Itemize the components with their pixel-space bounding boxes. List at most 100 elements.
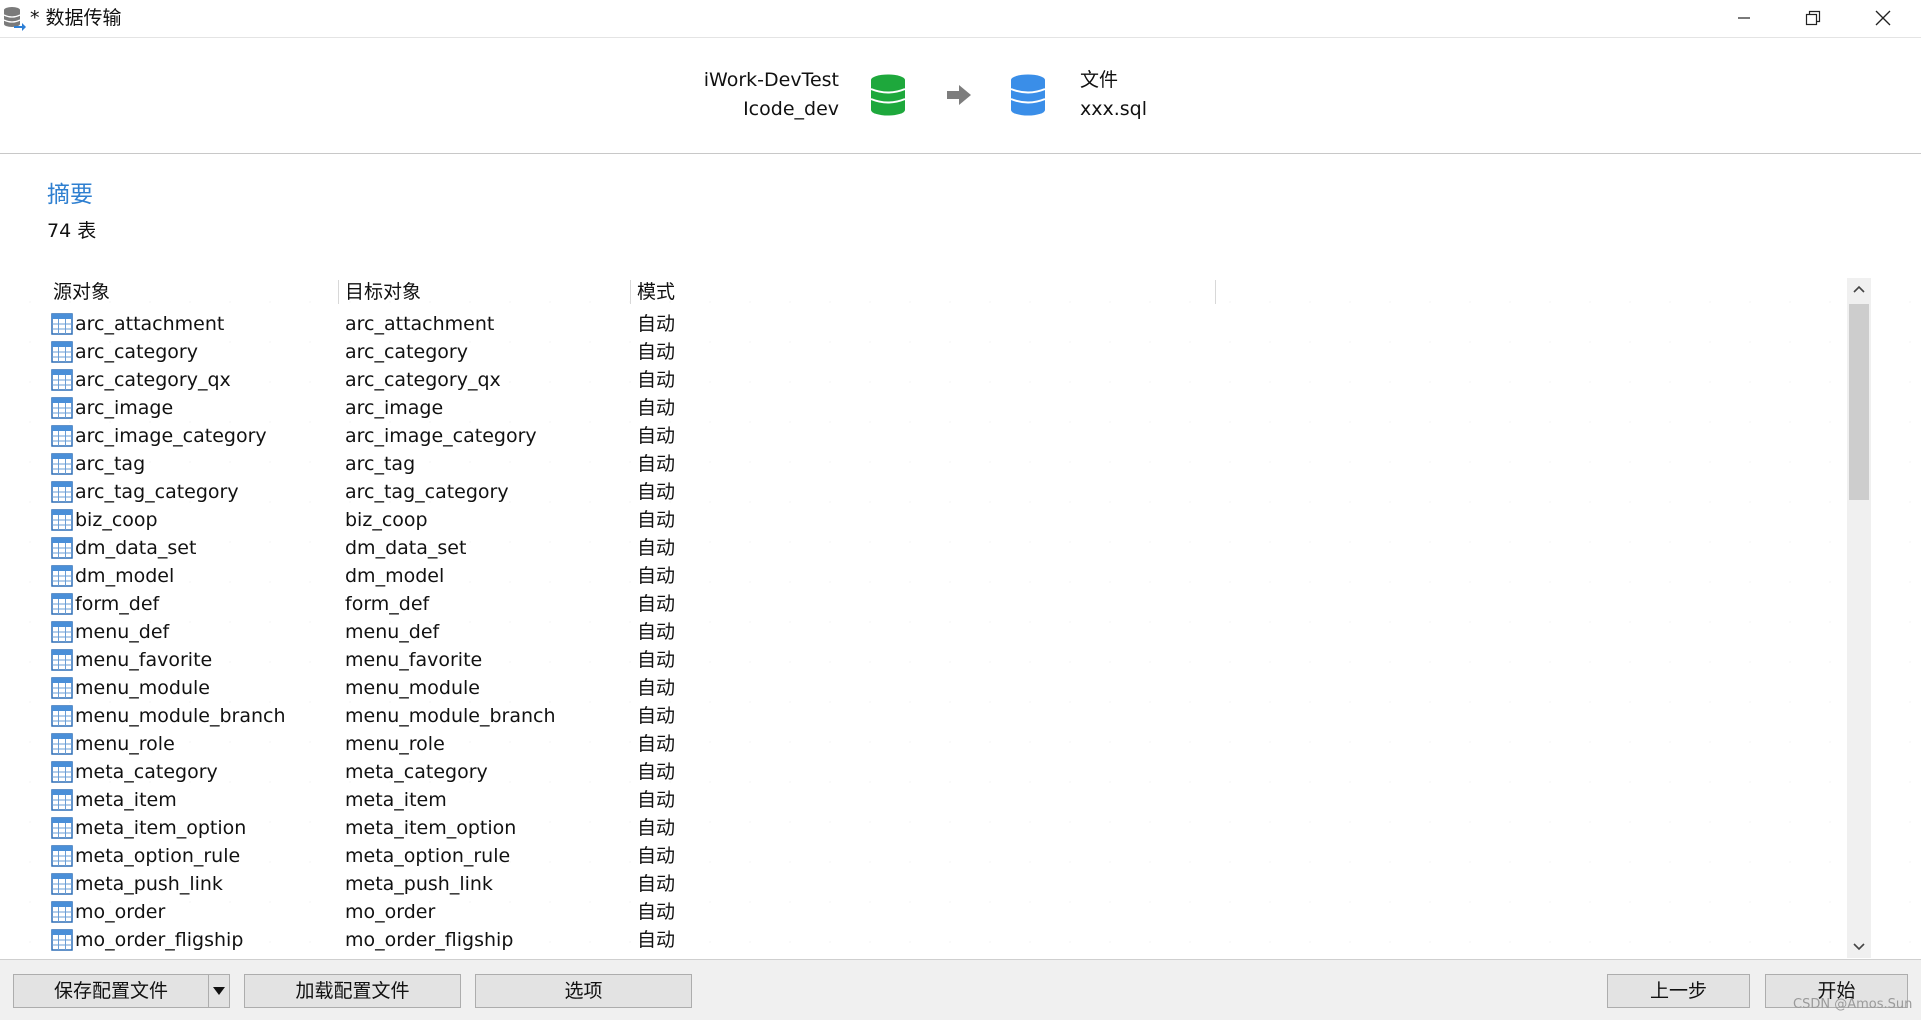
- table-row[interactable]: mo_order_fligship mo_order_fligship 自动: [0, 926, 1840, 954]
- target-object-cell[interactable]: meta_push_link: [345, 870, 493, 898]
- table-row[interactable]: meta_category meta_category 自动: [0, 758, 1840, 786]
- column-header-source[interactable]: 源对象: [47, 276, 110, 308]
- table-row[interactable]: dm_model dm_model 自动: [0, 562, 1840, 590]
- scrollbar-thumb[interactable]: [1849, 304, 1869, 500]
- mode-cell[interactable]: 自动: [637, 758, 675, 786]
- table-row[interactable]: biz_coop biz_coop 自动: [0, 506, 1840, 534]
- table-row[interactable]: menu_module menu_module 自动: [0, 674, 1840, 702]
- source-object-cell[interactable]: arc_tag_category: [51, 478, 239, 506]
- table-row[interactable]: meta_item_option meta_item_option 自动: [0, 814, 1840, 842]
- mode-cell[interactable]: 自动: [637, 898, 675, 926]
- source-object-cell[interactable]: arc_category: [51, 338, 198, 366]
- source-object-cell[interactable]: mo_order_fligship: [51, 926, 243, 954]
- target-object-cell[interactable]: mo_order: [345, 898, 435, 926]
- mode-cell[interactable]: 自动: [637, 478, 675, 506]
- table-row[interactable]: form_def form_def 自动: [0, 590, 1840, 618]
- source-object-cell[interactable]: meta_item: [51, 786, 177, 814]
- source-object-cell[interactable]: form_def: [51, 590, 159, 618]
- target-object-cell[interactable]: arc_image_category: [345, 422, 537, 450]
- table-row[interactable]: menu_favorite menu_favorite 自动: [0, 646, 1840, 674]
- source-object-cell[interactable]: arc_attachment: [51, 310, 224, 338]
- target-object-cell[interactable]: form_def: [345, 590, 429, 618]
- target-object-cell[interactable]: arc_tag: [345, 450, 415, 478]
- target-object-cell[interactable]: arc_tag_category: [345, 478, 509, 506]
- target-object-cell[interactable]: meta_option_rule: [345, 842, 510, 870]
- target-object-cell[interactable]: arc_attachment: [345, 310, 494, 338]
- target-object-cell[interactable]: arc_category_qx: [345, 366, 501, 394]
- restore-button[interactable]: [1778, 0, 1848, 36]
- table-row[interactable]: arc_category_qx arc_category_qx 自动: [0, 366, 1840, 394]
- scroll-up-button[interactable]: [1847, 278, 1871, 300]
- source-object-cell[interactable]: menu_module: [51, 674, 210, 702]
- target-object-cell[interactable]: biz_coop: [345, 506, 428, 534]
- table-row[interactable]: arc_image arc_image 自动: [0, 394, 1840, 422]
- source-object-cell[interactable]: meta_option_rule: [51, 842, 240, 870]
- mode-cell[interactable]: 自动: [637, 842, 675, 870]
- table-row[interactable]: dm_data_set dm_data_set 自动: [0, 534, 1840, 562]
- source-object-cell[interactable]: dm_model: [51, 562, 174, 590]
- source-object-cell[interactable]: biz_coop: [51, 506, 158, 534]
- mode-cell[interactable]: 自动: [637, 366, 675, 394]
- mode-cell[interactable]: 自动: [637, 506, 675, 534]
- mode-cell[interactable]: 自动: [637, 646, 675, 674]
- save-config-dropdown-button[interactable]: [208, 974, 230, 1008]
- source-object-cell[interactable]: meta_push_link: [51, 870, 223, 898]
- mode-cell[interactable]: 自动: [637, 394, 675, 422]
- source-object-cell[interactable]: dm_data_set: [51, 534, 196, 562]
- mode-cell[interactable]: 自动: [637, 338, 675, 366]
- table-row[interactable]: arc_tag_category arc_tag_category 自动: [0, 478, 1840, 506]
- source-object-cell[interactable]: menu_role: [51, 730, 175, 758]
- target-object-cell[interactable]: menu_def: [345, 618, 439, 646]
- mode-cell[interactable]: 自动: [637, 422, 675, 450]
- source-object-cell[interactable]: meta_category: [51, 758, 218, 786]
- target-object-cell[interactable]: meta_item: [345, 786, 447, 814]
- target-object-cell[interactable]: dm_data_set: [345, 534, 466, 562]
- mode-cell[interactable]: 自动: [637, 814, 675, 842]
- source-object-cell[interactable]: menu_favorite: [51, 646, 212, 674]
- mode-cell[interactable]: 自动: [637, 730, 675, 758]
- source-object-cell[interactable]: arc_image: [51, 394, 173, 422]
- previous-step-button[interactable]: 上一步: [1607, 974, 1750, 1008]
- vertical-scrollbar[interactable]: [1847, 278, 1871, 958]
- table-row[interactable]: arc_image_category arc_image_category 自动: [0, 422, 1840, 450]
- mode-cell[interactable]: 自动: [637, 534, 675, 562]
- mode-cell[interactable]: 自动: [637, 310, 675, 338]
- mode-cell[interactable]: 自动: [637, 450, 675, 478]
- target-object-cell[interactable]: arc_image: [345, 394, 443, 422]
- source-object-cell[interactable]: meta_item_option: [51, 814, 246, 842]
- target-object-cell[interactable]: meta_item_option: [345, 814, 516, 842]
- table-row[interactable]: arc_category arc_category 自动: [0, 338, 1840, 366]
- table-row[interactable]: menu_module_branch menu_module_branch 自动: [0, 702, 1840, 730]
- mode-cell[interactable]: 自动: [637, 674, 675, 702]
- source-object-cell[interactable]: menu_module_branch: [51, 702, 286, 730]
- table-row[interactable]: meta_item meta_item 自动: [0, 786, 1840, 814]
- table-row[interactable]: menu_role menu_role 自动: [0, 730, 1840, 758]
- target-object-cell[interactable]: menu_module: [345, 674, 480, 702]
- target-object-cell[interactable]: menu_module_branch: [345, 702, 556, 730]
- minimize-button[interactable]: [1709, 0, 1779, 36]
- table-row[interactable]: meta_push_link meta_push_link 自动: [0, 870, 1840, 898]
- column-separator[interactable]: [1215, 280, 1216, 304]
- mode-cell[interactable]: 自动: [637, 786, 675, 814]
- mode-cell[interactable]: 自动: [637, 590, 675, 618]
- target-object-cell[interactable]: menu_favorite: [345, 646, 482, 674]
- mode-cell[interactable]: 自动: [637, 562, 675, 590]
- target-object-cell[interactable]: arc_category: [345, 338, 468, 366]
- mode-cell[interactable]: 自动: [637, 702, 675, 730]
- target-object-cell[interactable]: dm_model: [345, 562, 444, 590]
- table-row[interactable]: mo_order mo_order 自动: [0, 898, 1840, 926]
- target-object-cell[interactable]: menu_role: [345, 730, 445, 758]
- source-object-cell[interactable]: arc_category_qx: [51, 366, 231, 394]
- column-header-target[interactable]: 目标对象: [339, 276, 421, 308]
- source-object-cell[interactable]: arc_tag: [51, 450, 145, 478]
- load-config-button[interactable]: 加载配置文件: [244, 974, 461, 1008]
- save-config-button[interactable]: 保存配置文件: [13, 974, 209, 1008]
- scroll-down-button[interactable]: [1847, 936, 1871, 958]
- source-object-cell[interactable]: menu_def: [51, 618, 169, 646]
- source-object-cell[interactable]: arc_image_category: [51, 422, 267, 450]
- options-button[interactable]: 选项: [475, 974, 692, 1008]
- table-row[interactable]: menu_def menu_def 自动: [0, 618, 1840, 646]
- mode-cell[interactable]: 自动: [637, 618, 675, 646]
- mode-cell[interactable]: 自动: [637, 870, 675, 898]
- mode-cell[interactable]: 自动: [637, 926, 675, 954]
